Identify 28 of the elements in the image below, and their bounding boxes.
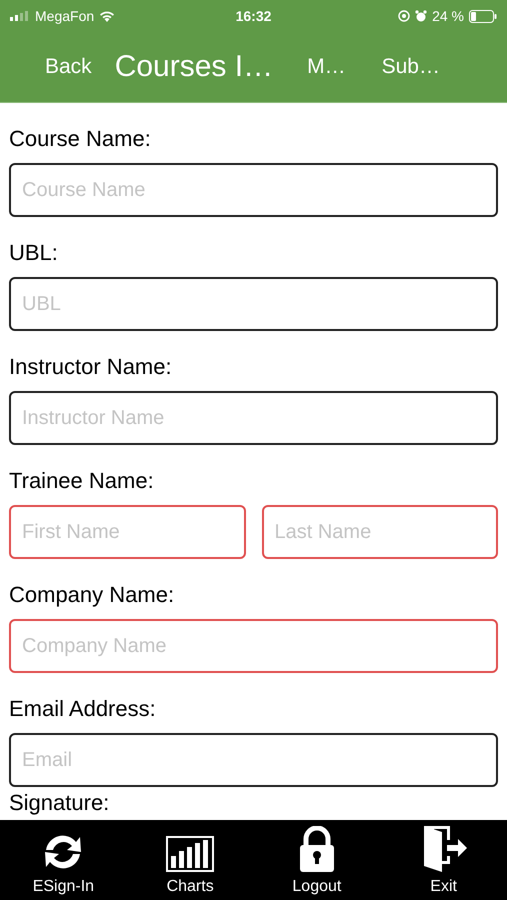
lock-rotation-icon [398, 10, 410, 22]
input-field[interactable]: UBL [9, 277, 498, 331]
input-field[interactable]: Email [9, 733, 498, 787]
page-title: Courses I… [114, 50, 274, 84]
tab-bar-item[interactable]: Charts [126, 820, 254, 900]
carrier-name: MegaFon [35, 8, 94, 24]
input-field[interactable]: Last Name [262, 505, 498, 559]
battery-percent: 24 % [432, 8, 464, 24]
field-label: Course Name: [9, 125, 152, 153]
battery-icon [469, 10, 497, 22]
tab-bar-item[interactable]: Exit [380, 820, 507, 900]
tab-bar-item[interactable]: Logout [254, 820, 380, 900]
field-label: Trainee Name: [9, 467, 155, 495]
input-field[interactable]: Course Name [9, 163, 498, 217]
input-field[interactable]: First Name [9, 505, 246, 559]
wifi-icon [99, 10, 116, 22]
input-field[interactable]: Company Name [9, 619, 498, 673]
field-label: Company Name: [9, 581, 176, 609]
status-time: 16:32 [234, 8, 272, 24]
field-label: Signature: [9, 789, 110, 817]
input-field[interactable]: Instructor Name [9, 391, 498, 445]
field-label: Instructor Name: [9, 353, 173, 381]
field-label: UBL: [9, 239, 59, 267]
bar-chart-icon [166, 836, 214, 872]
alarm-icon [415, 10, 428, 22]
field-label: Email Address: [9, 695, 157, 723]
signal-icon [10, 11, 30, 21]
tab-bar-item[interactable]: ESign-In [0, 820, 127, 900]
